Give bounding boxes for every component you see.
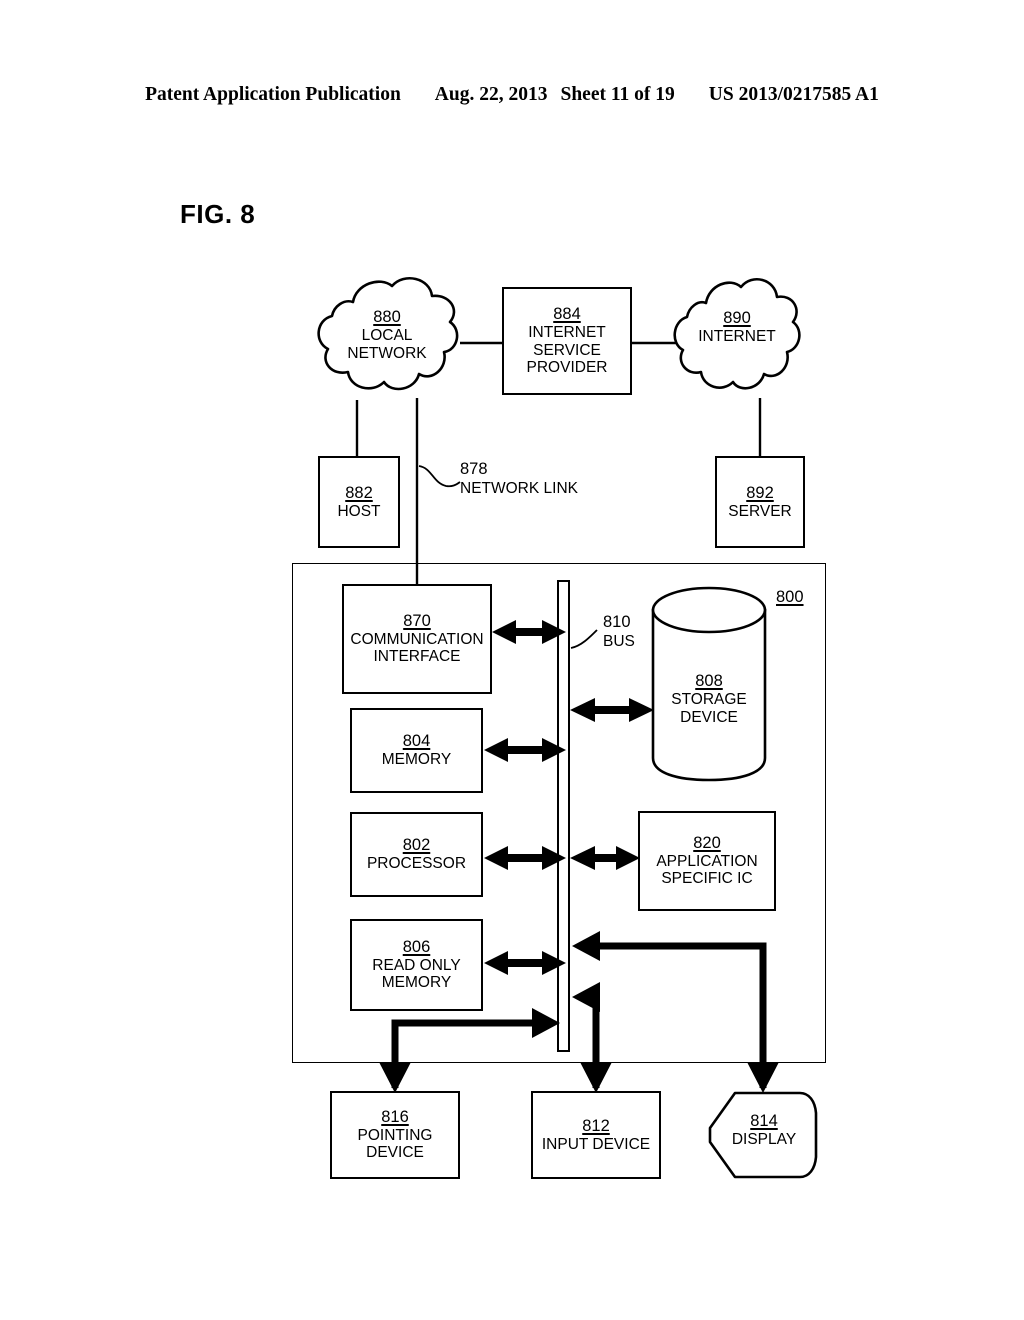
isp-label-3: PROVIDER [526, 359, 608, 377]
display-box: 814 DISPLAY [708, 1091, 820, 1179]
memory-label-1: MEMORY [381, 751, 452, 769]
communication-interface-ref: 870 [403, 612, 431, 631]
computer-system-ref-number: 800 [776, 588, 804, 606]
communication-interface-label-2: INTERFACE [373, 648, 461, 666]
storage-device-ref: 808 [695, 672, 723, 690]
communication-interface-box: 870 COMMUNICATION INTERFACE [342, 584, 492, 694]
input-device-label-1: INPUT DEVICE [541, 1135, 651, 1153]
host-label-1: HOST [337, 502, 381, 520]
server-ref: 892 [746, 483, 774, 502]
bus-bar [557, 580, 570, 1052]
storage-device-label-1: STORAGE [671, 690, 747, 708]
host-box: 882 HOST [318, 456, 400, 548]
storage-device-label-2: DEVICE [680, 708, 738, 726]
server-box: 892 SERVER [715, 456, 805, 548]
storage-device-cylinder: 808 STORAGE DEVICE [651, 586, 767, 782]
header-date: Aug. 22, 2013 [434, 84, 548, 105]
host-ref: 882 [345, 483, 373, 502]
processor-box: 802 PROCESSOR [350, 812, 483, 897]
isp-ref: 884 [553, 305, 581, 324]
memory-box: 804 MEMORY [350, 708, 483, 793]
bus-ref: 810 [603, 613, 631, 631]
isp-label-2: SERVICE [533, 341, 601, 359]
header-publication: Patent Application Publication [145, 84, 401, 105]
read-only-memory-label-2: MEMORY [381, 974, 452, 992]
asic-label-2: SPECIFIC IC [661, 870, 753, 888]
input-device-box: 812 INPUT DEVICE [531, 1091, 661, 1179]
header-sheet: Sheet 11 of 19 [560, 84, 675, 105]
processor-label-1: PROCESSOR [366, 855, 467, 873]
pointing-device-ref: 816 [381, 1108, 409, 1127]
read-only-memory-ref: 806 [402, 938, 431, 957]
input-device-ref: 812 [582, 1116, 610, 1135]
bus-label-1: BUS [603, 632, 635, 650]
application-specific-ic-box: 820 APPLICATION SPECIFIC IC [638, 811, 776, 911]
header-doc-number: US 2013/0217585 A1 [708, 84, 879, 105]
local-network-cloud: 880 LOCAL NETWORK [312, 272, 462, 402]
asic-label-1: APPLICATION [656, 852, 758, 870]
network-link-label-1: NETWORK LINK [460, 479, 578, 497]
memory-ref: 804 [402, 732, 431, 751]
display-label-1: DISPLAY [731, 1130, 797, 1148]
network-link-ref: 878 [460, 460, 488, 478]
communication-interface-label-1: COMMUNICATION [350, 630, 484, 648]
read-only-memory-label-1: READ ONLY [372, 956, 461, 974]
isp-label-1: INTERNET [528, 324, 606, 342]
network-link-label: 878 NETWORK LINK [460, 460, 578, 498]
display-ref: 814 [750, 1112, 778, 1130]
server-label-1: SERVER [728, 502, 792, 520]
asic-ref: 820 [693, 834, 721, 853]
page-header: Patent Application Publication Aug. 22, 2… [0, 84, 1024, 106]
pointing-device-label-1: POINTING [357, 1126, 433, 1144]
internet-cloud: 890 INTERNET [672, 273, 802, 401]
pointing-device-box: 816 POINTING DEVICE [330, 1091, 460, 1179]
internet-service-provider-box: 884 INTERNET SERVICE PROVIDER [502, 287, 632, 395]
figure-label: FIG. 8 [180, 199, 256, 229]
processor-ref: 802 [402, 836, 431, 855]
read-only-memory-box: 806 READ ONLY MEMORY [350, 919, 483, 1011]
bus-label: 810 BUS [603, 613, 635, 651]
pointing-device-label-2: DEVICE [366, 1144, 424, 1162]
